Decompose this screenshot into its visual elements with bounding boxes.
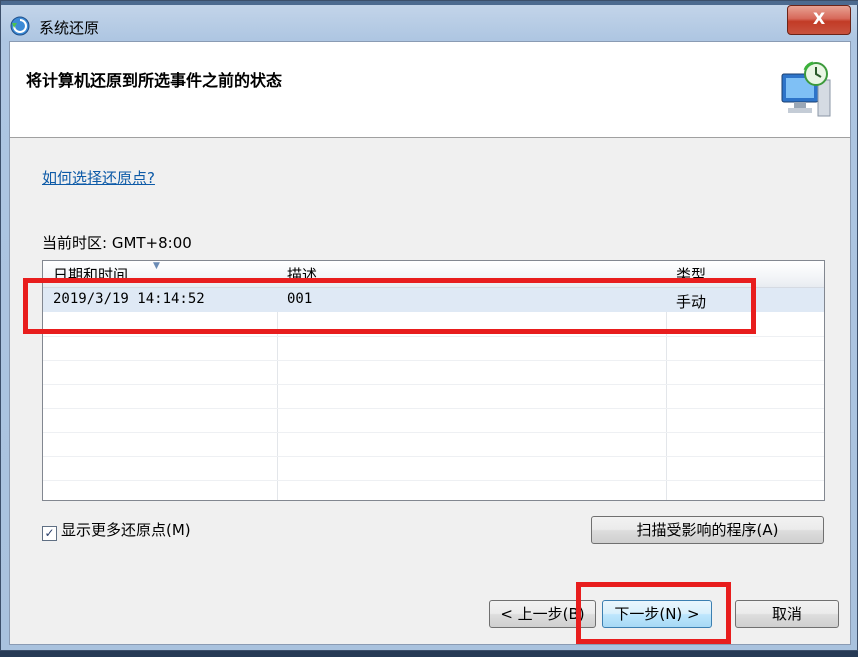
page-title: 将计算机还原到所选事件之前的状态 xyxy=(26,71,283,90)
grid-line xyxy=(43,432,824,433)
window-title: 系统还原 xyxy=(39,19,100,37)
show-more-label: 显示更多还原点(M) xyxy=(61,521,191,539)
taskbar-edge xyxy=(0,651,858,657)
show-more-restore-points[interactable]: ✓ 显示更多还原点(M) xyxy=(42,519,191,541)
close-icon: X xyxy=(812,9,826,28)
scan-affected-programs-button[interactable]: 扫描受影响的程序(A) xyxy=(591,516,824,544)
grid-line xyxy=(43,384,824,385)
dialog-client-area: 将计算机还原到所选事件之前的状态 如何选择还原点? 当前时区: GMT+8:00 xyxy=(9,41,851,645)
grid-line xyxy=(43,336,824,337)
annotation-highlight-row xyxy=(23,278,756,334)
annotation-highlight-next xyxy=(576,582,731,644)
timezone-label: 当前时区: GMT+8:00 xyxy=(42,234,192,252)
computer-restore-icon xyxy=(778,60,834,120)
sort-arrow-icon: ▼ xyxy=(153,261,160,271)
grid-line xyxy=(43,456,824,457)
close-button[interactable]: X xyxy=(787,5,851,35)
help-choose-restore-point-link[interactable]: 如何选择还原点? xyxy=(42,167,155,188)
title-bar[interactable]: 系统还原 X xyxy=(1,1,857,41)
checkbox-checked-icon[interactable]: ✓ xyxy=(42,526,57,541)
grid-line xyxy=(43,408,824,409)
grid-line xyxy=(43,360,824,361)
grid-line xyxy=(43,480,824,481)
cancel-button[interactable]: 取消 xyxy=(735,600,839,628)
dialog-header: 将计算机还原到所选事件之前的状态 xyxy=(10,42,850,138)
system-restore-icon xyxy=(9,15,31,37)
